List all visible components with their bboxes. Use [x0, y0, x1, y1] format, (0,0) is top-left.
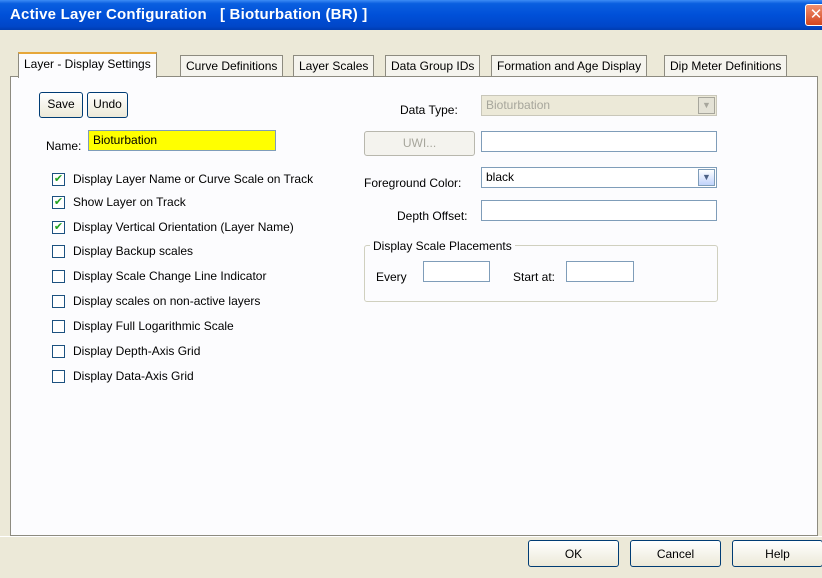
- checkbox[interactable]: [52, 270, 65, 283]
- depth-offset-label: Depth Offset:: [397, 209, 468, 223]
- checkbox[interactable]: [52, 370, 65, 383]
- divider: [0, 536, 822, 537]
- checkmark-icon: ✔: [53, 196, 64, 208]
- name-label: Name:: [46, 139, 82, 153]
- tab-layer-display-settings[interactable]: Layer - Display Settings: [18, 52, 157, 78]
- tab-label: Data Group IDs: [391, 59, 475, 73]
- checkmark-icon: ✔: [53, 173, 64, 185]
- data-type-select[interactable]: Bioturbation ▼: [481, 95, 717, 116]
- checkbox-label: Display Full Logarithmic Scale: [73, 319, 234, 333]
- data-type-value: Bioturbation: [486, 98, 551, 112]
- checkbox[interactable]: ✔: [52, 173, 65, 186]
- foreground-color-label: Foreground Color:: [364, 176, 462, 190]
- tab-data-group-ids[interactable]: Data Group IDs: [385, 55, 481, 77]
- data-type-label: Data Type:: [400, 103, 458, 117]
- tab-layer-scales[interactable]: Layer Scales: [293, 55, 375, 77]
- title-bar: Active Layer Configuration [ Bioturbatio…: [0, 0, 822, 30]
- cancel-button[interactable]: Cancel: [630, 540, 721, 567]
- tab-dip-meter-definitions[interactable]: Dip Meter Definitions: [664, 55, 788, 77]
- checkmark-icon: ✔: [53, 221, 64, 233]
- checkbox[interactable]: [52, 295, 65, 308]
- checkbox[interactable]: [52, 320, 65, 333]
- close-button[interactable]: ✕: [805, 4, 822, 26]
- undo-button[interactable]: Undo: [87, 92, 128, 118]
- every-label: Every: [376, 270, 407, 284]
- checkbox[interactable]: [52, 345, 65, 358]
- close-icon: ✕: [809, 6, 822, 23]
- checkbox[interactable]: ✔: [52, 221, 65, 234]
- foreground-color-select[interactable]: black ▼: [481, 167, 717, 188]
- chevron-down-icon[interactable]: ▼: [698, 169, 715, 186]
- window-title: Active Layer Configuration [ Bioturbatio…: [10, 6, 368, 23]
- tab-label: Layer Scales: [299, 59, 369, 73]
- tab-label: Formation and Age Display: [497, 59, 642, 73]
- name-field[interactable]: Bioturbation: [88, 130, 276, 151]
- group-title: Display Scale Placements: [370, 239, 515, 253]
- save-button[interactable]: Save: [39, 92, 83, 118]
- checkbox-label: Display Vertical Orientation (Layer Name…: [73, 220, 294, 234]
- checkbox-label: Display scales on non-active layers: [73, 294, 261, 308]
- checkbox-label: Display Scale Change Line Indicator: [73, 269, 267, 283]
- uwi-field[interactable]: [481, 131, 717, 152]
- checkbox-label: Display Layer Name or Curve Scale on Tra…: [73, 172, 314, 186]
- checkbox[interactable]: [52, 245, 65, 258]
- every-field[interactable]: [423, 261, 490, 282]
- tab-curve-definitions[interactable]: Curve Definitions: [180, 55, 284, 77]
- chevron-down-icon[interactable]: ▼: [698, 97, 715, 114]
- tab-label: Dip Meter Definitions: [670, 59, 782, 73]
- start-at-label: Start at:: [513, 270, 556, 284]
- ok-button[interactable]: OK: [528, 540, 619, 567]
- tab-label: Layer - Display Settings: [24, 57, 151, 71]
- foreground-color-value: black: [486, 170, 515, 184]
- checkbox-label: Display Depth-Axis Grid: [73, 344, 201, 358]
- checkbox-label: Display Backup scales: [73, 244, 194, 258]
- tab-label: Curve Definitions: [186, 59, 278, 73]
- checkbox-label: Show Layer on Track: [73, 195, 186, 209]
- tab-formation-and-age-display[interactable]: Formation and Age Display: [491, 55, 648, 77]
- checkbox[interactable]: ✔: [52, 196, 65, 209]
- checkbox-label: Display Data-Axis Grid: [73, 369, 194, 383]
- help-button[interactable]: Help: [732, 540, 822, 567]
- uwi-button[interactable]: UWI...: [364, 131, 475, 156]
- start-at-field[interactable]: [566, 261, 634, 282]
- depth-offset-field[interactable]: [481, 200, 717, 221]
